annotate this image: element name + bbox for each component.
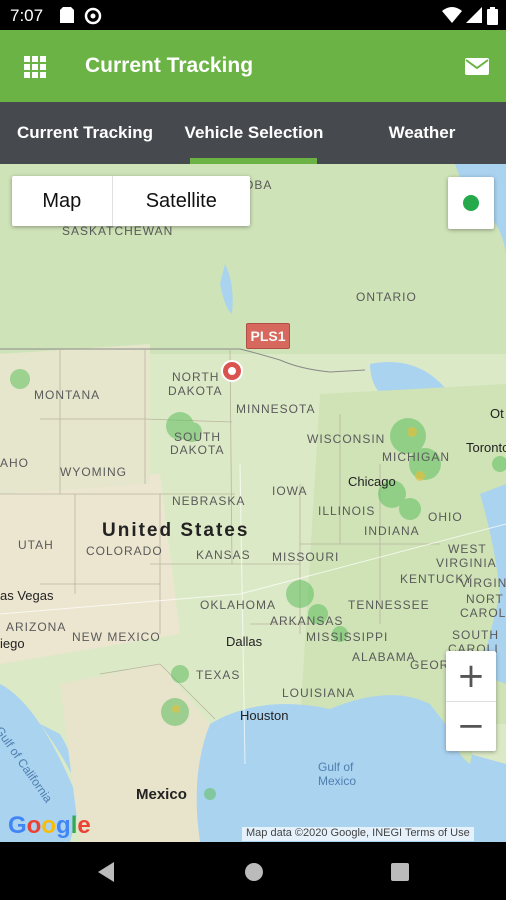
city-ottawa: Ot [490,406,504,421]
data-saver-icon [84,7,102,25]
map-type-toggle: Map Satellite [12,176,250,226]
label-virginia: VIRGINI [460,576,506,590]
label-utah: UTAH [18,538,54,552]
map-canvas [0,164,506,842]
home-icon[interactable] [243,861,265,883]
grid-icon [24,56,46,78]
map-type-map-button[interactable]: Map [12,176,113,226]
label-montana: MONTANA [34,388,101,402]
label-west-virginia-2: VIRGINIA [436,556,497,570]
label-new-mexico: NEW MEXICO [72,630,161,644]
label-colorado: COLORADO [86,544,163,558]
water-gulf-of-mexico-2: Mexico [318,774,357,788]
label-ohio: OHIO [428,510,463,524]
zoom-controls: + − [446,651,496,751]
tab-current-tracking[interactable]: Current Tracking [0,102,170,164]
tab-bar: Current Tracking Vehicle Selection Weath… [0,102,506,164]
map-attribution[interactable]: Map data ©2020 Google, INEGI Terms of Us… [242,827,474,841]
label-arizona: ARIZONA [6,620,67,634]
recents-icon[interactable] [390,862,410,882]
mail-icon [465,58,489,75]
vehicle-label[interactable]: PLS1 [246,323,290,349]
tab-vehicle-selection[interactable]: Vehicle Selection [170,102,338,164]
label-mexico: Mexico [136,786,187,803]
status-bar: 7:07 [0,0,506,30]
label-alabama: ALABAMA [352,650,416,664]
city-dallas: Dallas [226,634,263,649]
city-houston: Houston [240,708,289,723]
label-arkansas: ARKANSAS [270,614,344,628]
label-kansas: KANSAS [196,548,251,562]
label-north-dakota-2: DAKOTA [168,384,223,398]
back-icon[interactable] [96,861,116,883]
label-illinois: ILLINOIS [318,504,376,518]
google-logo: Google [8,812,91,839]
page-title: Current Tracking [85,54,254,77]
zoom-out-button[interactable]: − [446,701,496,751]
label-ontario: ONTARIO [356,290,417,304]
label-nebraska: NEBRASKA [172,494,246,508]
label-indiana: INDIANA [364,524,420,538]
gps-status-icon [463,195,479,211]
label-south-dakota-1: SOUTH [174,430,221,444]
label-north-dakota-1: NORTH [172,370,220,384]
map-type-satellite-button[interactable]: Satellite [113,176,250,226]
city-las-vegas: as Vegas [0,588,54,603]
label-mississippi: MISSISSIPPI [306,630,389,644]
vehicle-marker-icon [221,360,243,382]
label-missouri: MISSOURI [272,550,340,564]
city-toronto: Toronto [466,440,506,455]
location-button[interactable] [448,177,494,229]
label-tennessee: TENNESSEE [348,598,430,612]
menu-grid-button[interactable] [18,52,54,82]
tab-weather[interactable]: Weather [338,102,506,164]
app-bar: Current Tracking [0,30,506,102]
label-united-states: United States [102,520,250,541]
map-view[interactable]: OBA SASKATCHEWAN ONTARIO MONTANA NORTH D… [0,164,506,842]
navigation-bar [0,842,506,900]
label-north-carolina-2: CAROL [460,606,506,620]
city-chicago: Chicago [348,474,396,489]
water-gulf-of-mexico-1: Gulf of [318,760,354,774]
zoom-in-button[interactable]: + [446,651,496,702]
label-wyoming: WYOMING [60,465,127,479]
label-iowa: IOWA [272,484,308,498]
label-wisconsin: WISCONSIN [307,432,386,446]
status-time: 7:07 [10,6,44,25]
wifi-icon [442,7,462,23]
label-north-carolina-1: NORT [466,592,504,606]
label-west-virginia-1: WEST [448,542,487,556]
label-south-carolina-1: SOUTH [452,628,499,642]
city-san-diego: iego [0,636,25,651]
label-minnesota: MINNESOTA [236,402,316,416]
label-idaho: AHO [0,456,30,470]
label-oklahoma: OKLAHOMA [200,598,277,612]
label-texas: TEXAS [196,668,241,682]
sd-card-icon [60,7,74,23]
cell-signal-icon [466,7,482,23]
label-michigan: MICHIGAN [382,450,450,464]
battery-icon [487,7,498,25]
label-louisiana: LOUISIANA [282,686,356,700]
mail-button[interactable] [460,54,494,80]
label-south-dakota-2: DAKOTA [170,443,225,457]
label-saskatchewan: SASKATCHEWAN [62,224,174,238]
